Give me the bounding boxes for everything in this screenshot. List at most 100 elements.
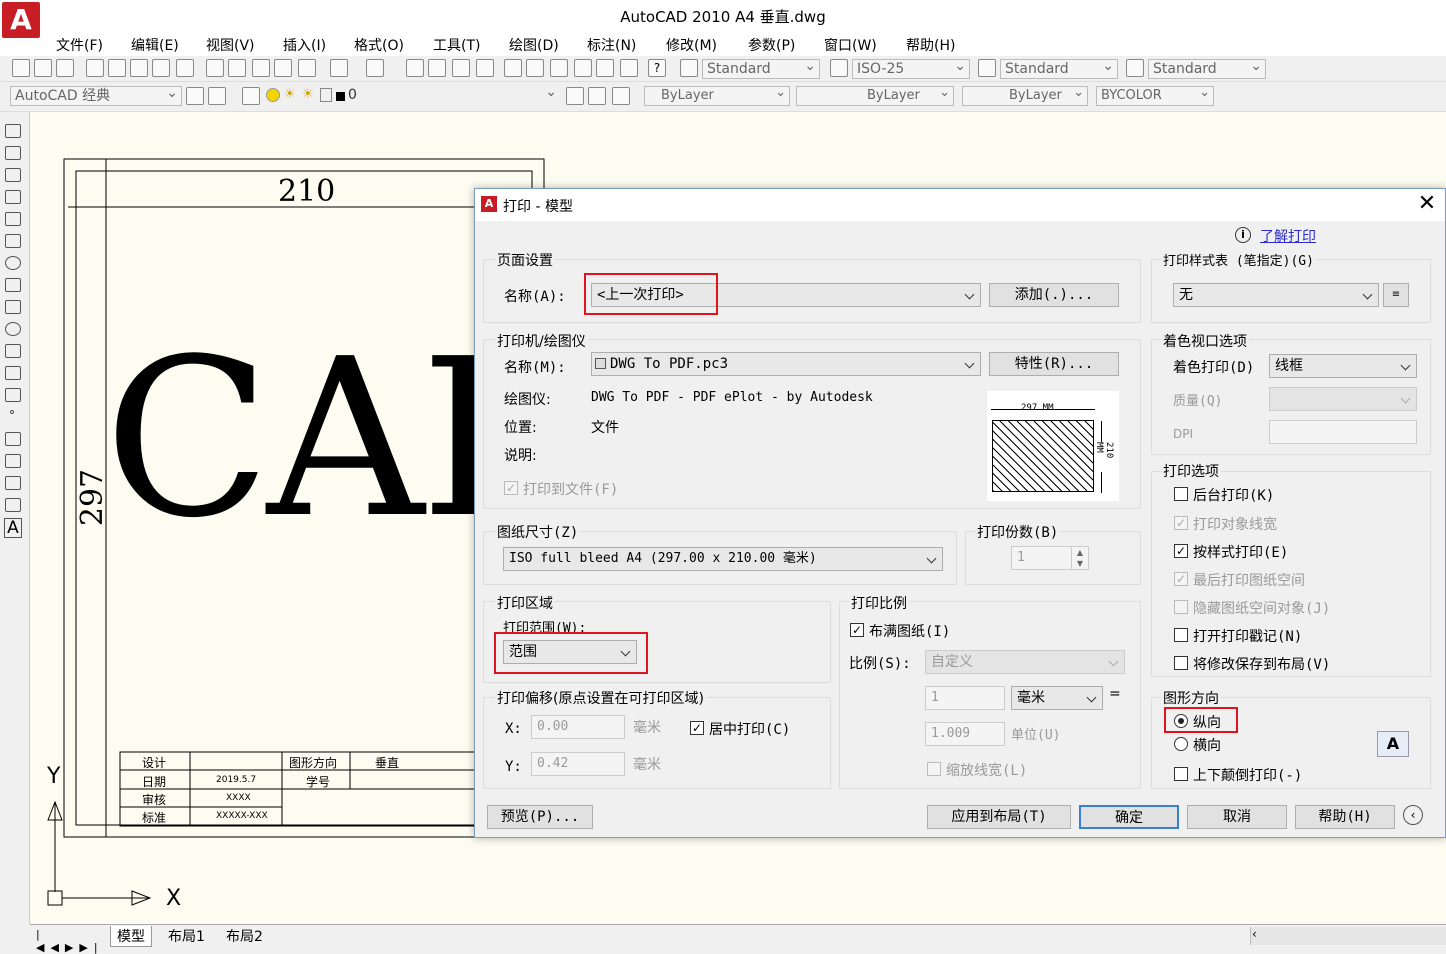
polygon-icon[interactable] [5, 190, 21, 204]
menu-parametric[interactable]: 参数(P) [748, 35, 795, 55]
save-to-layout-checkbox[interactable] [1174, 656, 1188, 670]
layer-sun-icon[interactable]: ☀ [302, 88, 316, 102]
help-icon[interactable]: ? [648, 59, 666, 77]
dim-style-icon[interactable] [830, 59, 848, 77]
fit-to-paper-checkbox[interactable]: ✓ [850, 623, 864, 637]
paste-icon[interactable] [252, 59, 270, 77]
menu-window[interactable]: 窗口(W) [824, 35, 877, 55]
table-icon[interactable] [5, 498, 21, 512]
plot-lineweights-checkbox[interactable]: ✓ [1174, 516, 1188, 530]
sheet-set-icon[interactable] [574, 59, 592, 77]
tab-layout2[interactable]: 布局2 [220, 926, 269, 946]
revcloud-icon[interactable] [5, 278, 21, 292]
publish-icon[interactable] [130, 59, 148, 77]
3d-dwf-icon[interactable] [152, 59, 170, 77]
open-icon[interactable] [34, 59, 52, 77]
design-center-icon[interactable] [526, 59, 544, 77]
undo-icon[interactable] [330, 59, 348, 77]
tab-model[interactable]: 模型 [110, 926, 152, 947]
point-icon[interactable] [10, 410, 14, 414]
tool-palettes-icon[interactable] [550, 59, 568, 77]
close-icon[interactable]: ✕ [1415, 191, 1439, 216]
properties-icon[interactable] [504, 59, 522, 77]
apply-to-layout-button[interactable]: 应用到布局(T) [927, 805, 1071, 829]
rectangle-icon[interactable] [5, 212, 21, 226]
markup-set-icon[interactable] [596, 59, 614, 77]
scale-units-input[interactable]: 1.009 [925, 722, 1005, 746]
menu-view[interactable]: 视图(V) [206, 35, 255, 55]
landscape-radio[interactable] [1174, 737, 1188, 751]
copy-icon[interactable] [228, 59, 246, 77]
plotstyle-select[interactable]: BYCOLOR [1096, 84, 1214, 106]
region-icon[interactable] [5, 476, 21, 490]
paper-size-select[interactable]: ISO full bleed A4 (297.00 x 210.00 毫米) [503, 547, 943, 571]
edit-plot-style-icon[interactable]: ≡ [1383, 283, 1409, 307]
zoom-realtime-icon[interactable] [428, 59, 446, 77]
customize-icon[interactable] [208, 87, 226, 105]
color-select[interactable]: ByLayer [644, 84, 790, 106]
insert-block-icon[interactable] [5, 366, 21, 380]
preview-button[interactable]: 预览(P)... [487, 805, 593, 829]
ellipse-arc-icon[interactable] [5, 344, 21, 358]
offset-y-input[interactable]: 0.42 [531, 752, 625, 776]
copies-spinner-icon[interactable]: ▲ ▼ [1071, 547, 1088, 569]
plot-preview-icon[interactable] [108, 59, 126, 77]
menu-help[interactable]: 帮助(H) [906, 35, 955, 55]
make-block-icon[interactable] [5, 388, 21, 402]
quality-select[interactable] [1269, 387, 1417, 411]
layer-previous-icon[interactable] [588, 87, 606, 105]
arc-icon[interactable] [5, 234, 21, 248]
zoom-window-icon[interactable] [452, 59, 470, 77]
scale-paper-input[interactable]: 1 [925, 686, 1005, 710]
line-icon[interactable] [5, 124, 21, 138]
pan-icon[interactable] [406, 59, 424, 77]
scroll-left-icon[interactable]: ‹ [1252, 927, 1257, 941]
construction-line-icon[interactable] [5, 146, 21, 160]
circle-icon[interactable] [5, 256, 21, 270]
menu-edit[interactable]: 编辑(E) [131, 35, 179, 55]
spline-icon[interactable] [5, 300, 21, 314]
tab-nav-arrows-icon[interactable]: |◀◀▶▶| [36, 928, 104, 954]
make-current-layer-icon[interactable] [566, 87, 584, 105]
menu-file[interactable]: 文件(F) [56, 35, 103, 55]
workspace-select[interactable]: AutoCAD 经典 [10, 84, 182, 106]
horizontal-scrollbar[interactable] [1250, 927, 1446, 945]
hide-paperspace-checkbox[interactable] [1174, 600, 1188, 614]
center-plot-checkbox[interactable]: ✓ [690, 721, 704, 735]
menu-insert[interactable]: 插入(I) [283, 35, 326, 55]
match-props-icon[interactable] [274, 59, 292, 77]
menu-dimension[interactable]: 标注(N) [587, 35, 636, 55]
menu-tools[interactable]: 工具(T) [433, 35, 480, 55]
background-plot-checkbox[interactable] [1174, 487, 1188, 501]
tab-layout1[interactable]: 布局1 [162, 926, 211, 946]
mtext-icon[interactable]: A [4, 518, 22, 538]
learn-plot-link[interactable]: 了解打印 [1260, 226, 1316, 246]
scale-lineweights-checkbox[interactable] [927, 762, 941, 776]
menu-format[interactable]: 格式(O) [354, 35, 404, 55]
workspace-settings-icon[interactable] [186, 87, 204, 105]
printer-properties-button[interactable]: 特性(R)... [989, 352, 1119, 376]
menu-modify[interactable]: 修改(M) [666, 35, 717, 55]
text-style-select[interactable]: Standard [702, 57, 820, 79]
table-style-icon[interactable] [978, 59, 996, 77]
layer-manager-icon[interactable] [242, 87, 260, 105]
plot-icon[interactable] [86, 59, 104, 77]
ellipse-icon[interactable] [5, 322, 21, 336]
paperspace-last-checkbox[interactable]: ✓ [1174, 572, 1188, 586]
layer-on-icon[interactable] [266, 88, 280, 102]
polyline-icon[interactable] [5, 168, 21, 182]
shade-plot-select[interactable]: 线框 [1269, 354, 1417, 378]
new-icon[interactable] [12, 59, 30, 77]
dpi-input[interactable] [1269, 420, 1417, 444]
layer-lock-icon[interactable] [320, 88, 332, 102]
printer-name-select[interactable]: DWG To PDF.pc3 [591, 352, 981, 376]
plot-style-select[interactable]: 无 [1173, 283, 1379, 307]
autocad-logo-icon[interactable]: A [2, 2, 40, 38]
redo-icon[interactable] [366, 59, 384, 77]
zoom-previous-icon[interactable] [476, 59, 494, 77]
print-to-file-checkbox[interactable]: ✓ [504, 481, 518, 495]
hatch-icon[interactable] [5, 432, 21, 446]
table-style-select[interactable]: Standard [1000, 57, 1118, 79]
layer-select[interactable]: 0 [344, 83, 560, 106]
text-style-icon[interactable] [680, 59, 698, 77]
